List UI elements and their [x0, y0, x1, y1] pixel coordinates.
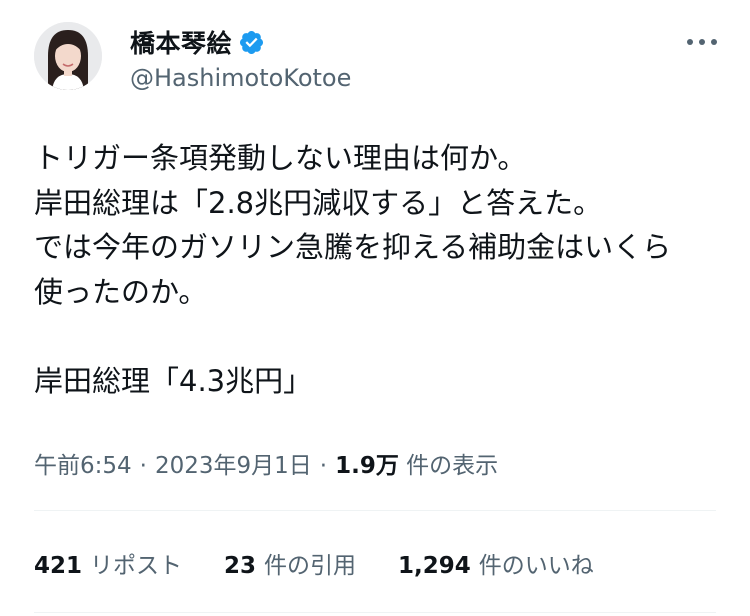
- author-handle[interactable]: @HashimotoKotoe: [130, 64, 351, 92]
- tweet-line: 岸田総理は「2.8兆円減収する」と答えた。: [34, 185, 603, 220]
- avatar[interactable]: [34, 22, 102, 90]
- likes-label: 件のいいね: [478, 553, 594, 579]
- quotes-count: 23: [224, 553, 257, 579]
- avatar-image: [34, 22, 102, 90]
- tweet-date[interactable]: 2023年9月1日: [155, 453, 312, 479]
- reposts-stat[interactable]: 421 リポスト: [34, 546, 182, 580]
- author-display-name[interactable]: 橋本琴絵: [130, 24, 232, 60]
- meta-separator: ·: [139, 453, 147, 479]
- tweet-time[interactable]: 午前6:54: [34, 453, 132, 479]
- views-label: 件の表示: [406, 453, 499, 479]
- tweet-line: 使ったのか。: [34, 274, 208, 309]
- divider: [34, 612, 716, 613]
- likes-stat[interactable]: 1,294 件のいいね: [398, 546, 594, 580]
- tweet-meta: 午前6:54 · 2023年9月1日 · 1.9万 件の表示: [34, 446, 498, 480]
- quotes-label: 件の引用: [264, 553, 357, 579]
- tweet-card: 橋本琴絵 @HashimotoKotoe トリガー条項発動しない理由は何か。 岸…: [0, 0, 750, 616]
- tweet-line: トリガー条項発動しない理由は何か。: [34, 141, 527, 175]
- meta-separator: ·: [319, 453, 328, 479]
- more-options-icon[interactable]: [684, 34, 720, 50]
- author-name-row: 橋本琴絵: [130, 24, 265, 60]
- quotes-stat[interactable]: 23 件の引用: [224, 546, 356, 580]
- reposts-label: リポスト: [90, 553, 183, 579]
- engagement-stats: 421 リポスト 23 件の引用 1,294 件のいいね: [34, 546, 594, 580]
- reposts-count: 421: [34, 553, 83, 579]
- tweet-line: 岸田総理「4.3兆円」: [34, 363, 313, 398]
- tweet-text: トリガー条項発動しない理由は何か。 岸田総理は「2.8兆円減収する」と答えた。 …: [34, 136, 724, 403]
- divider: [34, 510, 716, 511]
- likes-count: 1,294: [398, 553, 471, 579]
- views-count: 1.9万: [335, 453, 399, 479]
- tweet-line: では今年のガソリン急騰を抑える補助金はいくら: [34, 230, 672, 264]
- verified-badge-icon: [239, 30, 264, 54]
